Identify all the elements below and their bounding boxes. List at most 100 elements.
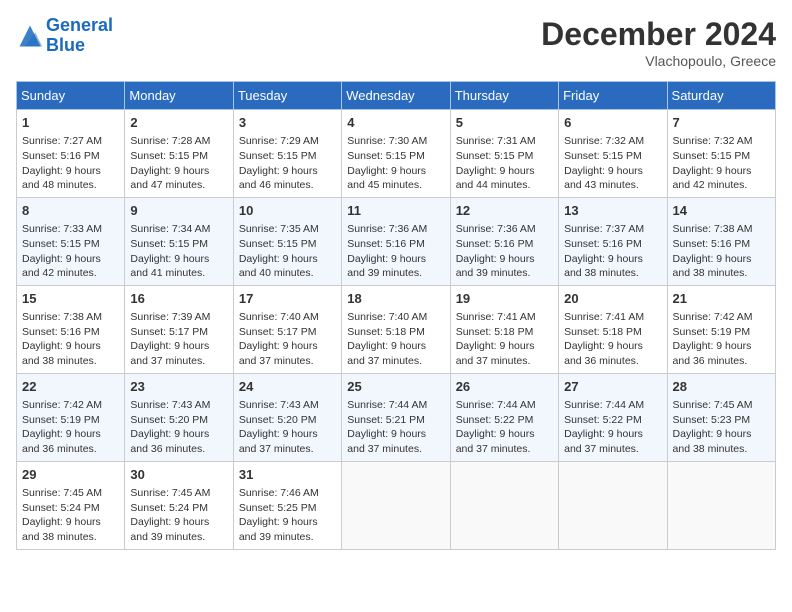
day-info-line: Daylight: 9 hours (130, 339, 227, 354)
calendar-cell: 30Sunrise: 7:45 AMSunset: 5:24 PMDayligh… (125, 461, 233, 549)
day-info-line: Daylight: 9 hours (673, 164, 770, 179)
day-info-line: and 36 minutes. (22, 442, 119, 457)
day-info-line: Sunrise: 7:41 AM (564, 310, 661, 325)
day-info-line: Daylight: 9 hours (22, 427, 119, 442)
calendar-cell: 31Sunrise: 7:46 AMSunset: 5:25 PMDayligh… (233, 461, 341, 549)
calendar-week-5: 29Sunrise: 7:45 AMSunset: 5:24 PMDayligh… (17, 461, 776, 549)
calendar-cell: 7Sunrise: 7:32 AMSunset: 5:15 PMDaylight… (667, 110, 775, 198)
day-info-line: Sunset: 5:15 PM (347, 149, 444, 164)
day-info-line: Daylight: 9 hours (239, 427, 336, 442)
weekday-header-wednesday: Wednesday (342, 82, 450, 110)
day-info-line: Sunset: 5:16 PM (564, 237, 661, 252)
day-info-line: Sunset: 5:15 PM (564, 149, 661, 164)
day-info-line: and 38 minutes. (564, 266, 661, 281)
day-info-line: Daylight: 9 hours (673, 252, 770, 267)
day-info-line: and 46 minutes. (239, 178, 336, 193)
day-info-line: Daylight: 9 hours (130, 164, 227, 179)
day-info-line: Sunrise: 7:45 AM (130, 486, 227, 501)
day-info-line: Daylight: 9 hours (564, 427, 661, 442)
day-number: 5 (456, 114, 553, 132)
calendar-cell: 13Sunrise: 7:37 AMSunset: 5:16 PMDayligh… (559, 197, 667, 285)
calendar-cell (450, 461, 558, 549)
day-info-line: Sunset: 5:25 PM (239, 501, 336, 516)
day-info-line: Daylight: 9 hours (564, 164, 661, 179)
day-info-line: and 36 minutes. (564, 354, 661, 369)
day-number: 31 (239, 466, 336, 484)
day-info-line: Sunset: 5:20 PM (130, 413, 227, 428)
day-info-line: Daylight: 9 hours (347, 252, 444, 267)
day-info-line: Sunrise: 7:33 AM (22, 222, 119, 237)
calendar-week-4: 22Sunrise: 7:42 AMSunset: 5:19 PMDayligh… (17, 373, 776, 461)
day-info-line: Sunrise: 7:38 AM (673, 222, 770, 237)
day-info-line: Sunset: 5:22 PM (564, 413, 661, 428)
day-info-line: Sunrise: 7:34 AM (130, 222, 227, 237)
day-number: 3 (239, 114, 336, 132)
calendar-week-1: 1Sunrise: 7:27 AMSunset: 5:16 PMDaylight… (17, 110, 776, 198)
calendar-cell: 15Sunrise: 7:38 AMSunset: 5:16 PMDayligh… (17, 285, 125, 373)
day-info-line: Sunrise: 7:29 AM (239, 134, 336, 149)
day-info-line: Sunrise: 7:44 AM (347, 398, 444, 413)
calendar-week-2: 8Sunrise: 7:33 AMSunset: 5:15 PMDaylight… (17, 197, 776, 285)
day-info-line: Daylight: 9 hours (564, 339, 661, 354)
day-info-line: Sunrise: 7:43 AM (130, 398, 227, 413)
logo: General Blue (16, 16, 113, 56)
calendar-cell: 8Sunrise: 7:33 AMSunset: 5:15 PMDaylight… (17, 197, 125, 285)
day-info-line: and 37 minutes. (564, 442, 661, 457)
day-info-line: Sunrise: 7:32 AM (564, 134, 661, 149)
day-info-line: Sunset: 5:21 PM (347, 413, 444, 428)
day-info-line: Sunset: 5:18 PM (564, 325, 661, 340)
day-number: 24 (239, 378, 336, 396)
calendar-cell: 9Sunrise: 7:34 AMSunset: 5:15 PMDaylight… (125, 197, 233, 285)
day-info-line: Sunrise: 7:35 AM (239, 222, 336, 237)
day-info-line: Sunrise: 7:38 AM (22, 310, 119, 325)
day-info-line: and 37 minutes. (456, 442, 553, 457)
day-info-line: Daylight: 9 hours (22, 515, 119, 530)
day-info-line: Sunrise: 7:36 AM (456, 222, 553, 237)
day-info-line: Sunrise: 7:41 AM (456, 310, 553, 325)
day-number: 23 (130, 378, 227, 396)
calendar-cell: 6Sunrise: 7:32 AMSunset: 5:15 PMDaylight… (559, 110, 667, 198)
day-info-line: Sunset: 5:24 PM (130, 501, 227, 516)
logo-line1: General (46, 15, 113, 35)
day-info-line: Daylight: 9 hours (347, 427, 444, 442)
day-info-line: and 44 minutes. (456, 178, 553, 193)
day-number: 19 (456, 290, 553, 308)
weekday-header-sunday: Sunday (17, 82, 125, 110)
day-info-line: and 48 minutes. (22, 178, 119, 193)
day-number: 16 (130, 290, 227, 308)
day-number: 12 (456, 202, 553, 220)
day-info-line: and 37 minutes. (239, 354, 336, 369)
calendar-cell: 10Sunrise: 7:35 AMSunset: 5:15 PMDayligh… (233, 197, 341, 285)
day-number: 20 (564, 290, 661, 308)
day-info-line: and 43 minutes. (564, 178, 661, 193)
calendar-cell (667, 461, 775, 549)
day-info-line: and 38 minutes. (22, 354, 119, 369)
logo-icon (16, 22, 44, 50)
day-info-line: Sunrise: 7:39 AM (130, 310, 227, 325)
calendar-cell: 16Sunrise: 7:39 AMSunset: 5:17 PMDayligh… (125, 285, 233, 373)
calendar-cell (342, 461, 450, 549)
day-info-line: Daylight: 9 hours (22, 339, 119, 354)
day-info-line: Daylight: 9 hours (673, 427, 770, 442)
day-info-line: Daylight: 9 hours (456, 339, 553, 354)
calendar-table: SundayMondayTuesdayWednesdayThursdayFrid… (16, 81, 776, 550)
day-info-line: Daylight: 9 hours (130, 252, 227, 267)
day-number: 10 (239, 202, 336, 220)
day-info-line: and 47 minutes. (130, 178, 227, 193)
day-info-line: Sunset: 5:15 PM (22, 237, 119, 252)
day-info-line: Daylight: 9 hours (22, 164, 119, 179)
day-info-line: Sunset: 5:23 PM (673, 413, 770, 428)
calendar-cell: 4Sunrise: 7:30 AMSunset: 5:15 PMDaylight… (342, 110, 450, 198)
day-info-line: Daylight: 9 hours (239, 339, 336, 354)
day-number: 29 (22, 466, 119, 484)
day-info-line: Sunrise: 7:45 AM (22, 486, 119, 501)
day-number: 27 (564, 378, 661, 396)
day-info-line: Sunset: 5:16 PM (456, 237, 553, 252)
calendar-cell: 18Sunrise: 7:40 AMSunset: 5:18 PMDayligh… (342, 285, 450, 373)
day-number: 15 (22, 290, 119, 308)
calendar-body: 1Sunrise: 7:27 AMSunset: 5:16 PMDaylight… (17, 110, 776, 550)
day-info-line: and 42 minutes. (673, 178, 770, 193)
day-info-line: Sunset: 5:22 PM (456, 413, 553, 428)
day-info-line: Sunset: 5:15 PM (673, 149, 770, 164)
calendar-cell: 17Sunrise: 7:40 AMSunset: 5:17 PMDayligh… (233, 285, 341, 373)
